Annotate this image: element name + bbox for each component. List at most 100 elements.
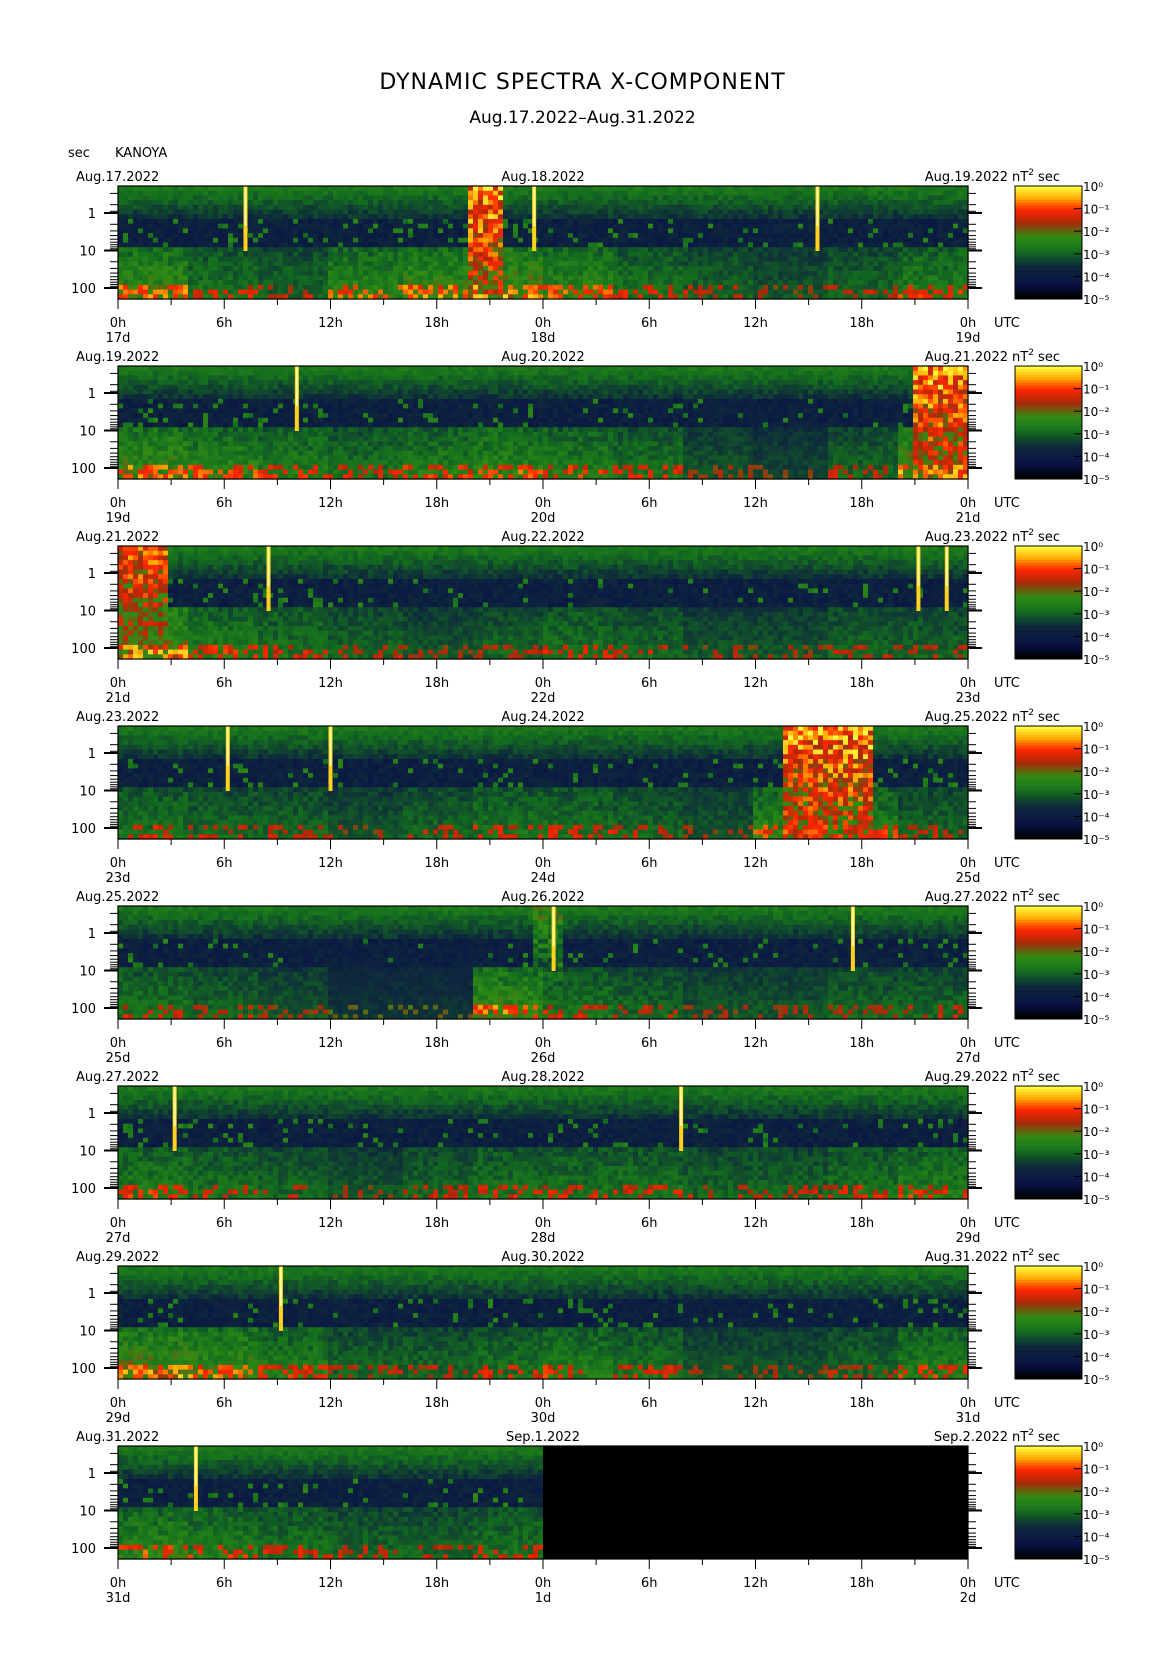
colorbar-unit: nT2 sec xyxy=(1012,1428,1060,1445)
day-label: 20d xyxy=(531,511,556,526)
x-tick-label: 0h xyxy=(535,1396,552,1411)
spectra-panels: 1 10 100 0h 6h 12h 18h 0h 6h 12h 18h 0h UTC 17d 18d 19d… xyxy=(0,0,1165,1679)
x-tick-label: 0h xyxy=(960,1576,977,1591)
panel-mid-date: Aug.30.2022 xyxy=(501,1250,584,1265)
panel-end-date: Aug.19.2022 xyxy=(925,170,1008,185)
colorbar-tick-label: 10⁻¹ xyxy=(1083,743,1110,757)
colorbar-tick-label: 10⁻⁴ xyxy=(1083,270,1110,284)
panel-start-date: Aug.19.2022 xyxy=(76,350,159,365)
spectra-panel: 1101000h 6h 12h 18h 0h 6h 12h 18h 0h UTC31d 1d 2dAu… xyxy=(71,1428,1109,1606)
day-label: 21d xyxy=(956,511,981,526)
colorbar-tick-label: 10⁰ xyxy=(1083,1260,1103,1274)
day-label: 22d xyxy=(531,691,556,706)
y-tick-label: 10 xyxy=(79,1505,96,1520)
x-tick-label: 12h xyxy=(318,1396,343,1411)
day-label: 23d xyxy=(106,871,131,886)
colorbar: 10⁰10⁻¹10⁻²10⁻³10⁻⁴10⁻⁵ xyxy=(1015,1440,1110,1567)
y-tick-label: 10 xyxy=(79,1325,96,1340)
panel-start-date: Aug.31.2022 xyxy=(76,1430,159,1445)
x-tick-label: 0h xyxy=(110,1216,127,1231)
colorbar-tick-label: 10⁻⁵ xyxy=(1083,473,1110,487)
y-tick-label: 10 xyxy=(79,245,96,260)
x-tick-label: 18h xyxy=(424,1396,449,1411)
day-label: 25d xyxy=(106,1051,131,1066)
x-tick-label: 6h xyxy=(216,1576,233,1591)
spectra-panel: 1101000h 6h 12h 18h 0h 6h 12h 18h 0h UTC21d 22d 23d… xyxy=(71,528,1109,706)
spectrogram-cells xyxy=(118,726,969,840)
panel-mid-date: Aug.24.2022 xyxy=(501,710,584,725)
panel-mid-date: Aug.28.2022 xyxy=(501,1070,584,1085)
colorbar-tick-label: 10⁻³ xyxy=(1083,1148,1110,1162)
day-label: 17d xyxy=(106,331,131,346)
x-tick-label: 0h xyxy=(535,676,552,691)
colorbar: 10⁰10⁻¹10⁻²10⁻³10⁻⁴10⁻⁵ xyxy=(1015,360,1110,487)
spectra-panel: 1101000h 6h 12h 18h 0h 6h 12h 18h 0h UTC29d 30d 31d… xyxy=(71,1248,1109,1426)
x-tick-label: 18h xyxy=(424,1576,449,1591)
x-tick-label: 6h xyxy=(216,676,233,691)
x-tick-label: 6h xyxy=(641,1216,658,1231)
x-tick-label: 12h xyxy=(743,1576,768,1591)
y-tick-label: 10 xyxy=(79,425,96,440)
day-label: 27d xyxy=(106,1231,131,1246)
x-tick-label: 6h xyxy=(641,676,658,691)
x-tick-label: 12h xyxy=(743,1036,768,1051)
x-tick-label: 6h xyxy=(216,316,233,331)
y-tick-label: 100 xyxy=(71,282,96,297)
x-tick-label: 12h xyxy=(743,316,768,331)
x-tick-label: 0h xyxy=(960,1036,977,1051)
colorbar-tick-label: 10⁻⁴ xyxy=(1083,450,1110,464)
colorbar-tick-label: 10⁻⁵ xyxy=(1083,1193,1110,1207)
colorbar: 10⁰10⁻¹10⁻²10⁻³10⁻⁴10⁻⁵ xyxy=(1015,900,1110,1027)
colorbar-tick-label: 10⁻⁴ xyxy=(1083,1530,1110,1544)
x-tick-label: 6h xyxy=(641,1576,658,1591)
colorbar-tick-label: 10⁻⁴ xyxy=(1083,630,1110,644)
x-tick-label: 12h xyxy=(743,676,768,691)
colorbar-unit: nT2 sec xyxy=(1012,1068,1060,1085)
spectrogram-cells xyxy=(118,1446,544,1560)
colorbar: 10⁰10⁻¹10⁻²10⁻³10⁻⁴10⁻⁵ xyxy=(1015,540,1110,667)
day-label: 19d xyxy=(956,331,981,346)
panel-mid-date: Aug.26.2022 xyxy=(501,890,584,905)
colorbar-tick-label: 10⁻⁴ xyxy=(1083,810,1110,824)
y-tick-label: 100 xyxy=(71,1542,96,1557)
panel-start-date: Aug.29.2022 xyxy=(76,1250,159,1265)
colorbar-tick-label: 10⁻⁵ xyxy=(1083,833,1110,847)
x-tick-label: 12h xyxy=(318,856,343,871)
x-tick-label: 18h xyxy=(424,316,449,331)
x-tick-label: 0h xyxy=(110,676,127,691)
colorbar-tick-label: 10⁻⁴ xyxy=(1083,1170,1110,1184)
no-data-region xyxy=(543,1446,968,1559)
day-label: 1d xyxy=(535,1591,552,1606)
spectrogram-cells xyxy=(118,366,969,480)
y-tick-label: 1 xyxy=(88,1287,96,1302)
colorbar-tick-label: 10⁰ xyxy=(1083,540,1103,554)
day-label: 21d xyxy=(106,691,131,706)
y-tick-label: 10 xyxy=(79,605,96,620)
colorbar-unit: nT2 sec xyxy=(1012,888,1060,905)
y-tick-label: 10 xyxy=(79,785,96,800)
day-label: 27d xyxy=(956,1051,981,1066)
utc-label: UTC xyxy=(994,496,1020,511)
x-tick-label: 6h xyxy=(641,856,658,871)
x-tick-label: 0h xyxy=(110,1036,127,1051)
colorbar-tick-label: 10⁻¹ xyxy=(1083,923,1110,937)
spectrogram-cells xyxy=(118,546,969,660)
day-label: 31d xyxy=(956,1411,981,1426)
colorbar: 10⁰10⁻¹10⁻²10⁻³10⁻⁴10⁻⁵ xyxy=(1015,720,1110,847)
x-tick-label: 12h xyxy=(318,496,343,511)
colorbar-tick-label: 10⁻² xyxy=(1083,945,1110,959)
x-tick-label: 12h xyxy=(743,496,768,511)
day-label: 18d xyxy=(531,331,556,346)
colorbar-tick-label: 10⁰ xyxy=(1083,360,1103,374)
colorbar: 10⁰10⁻¹10⁻²10⁻³10⁻⁴10⁻⁵ xyxy=(1015,180,1110,307)
day-label: 30d xyxy=(531,1411,556,1426)
x-tick-label: 6h xyxy=(641,1396,658,1411)
x-tick-label: 6h xyxy=(216,856,233,871)
x-tick-label: 6h xyxy=(641,316,658,331)
spectra-panel: 1101000h 6h 12h 18h 0h 6h 12h 18h 0h UTC23d 24d 25d… xyxy=(71,708,1109,886)
colorbar-tick-label: 10⁻¹ xyxy=(1083,1463,1110,1477)
x-tick-label: 12h xyxy=(318,1036,343,1051)
x-tick-label: 0h xyxy=(960,496,977,511)
panel-mid-date: Aug.20.2022 xyxy=(501,350,584,365)
y-tick-label: 10 xyxy=(79,965,96,980)
